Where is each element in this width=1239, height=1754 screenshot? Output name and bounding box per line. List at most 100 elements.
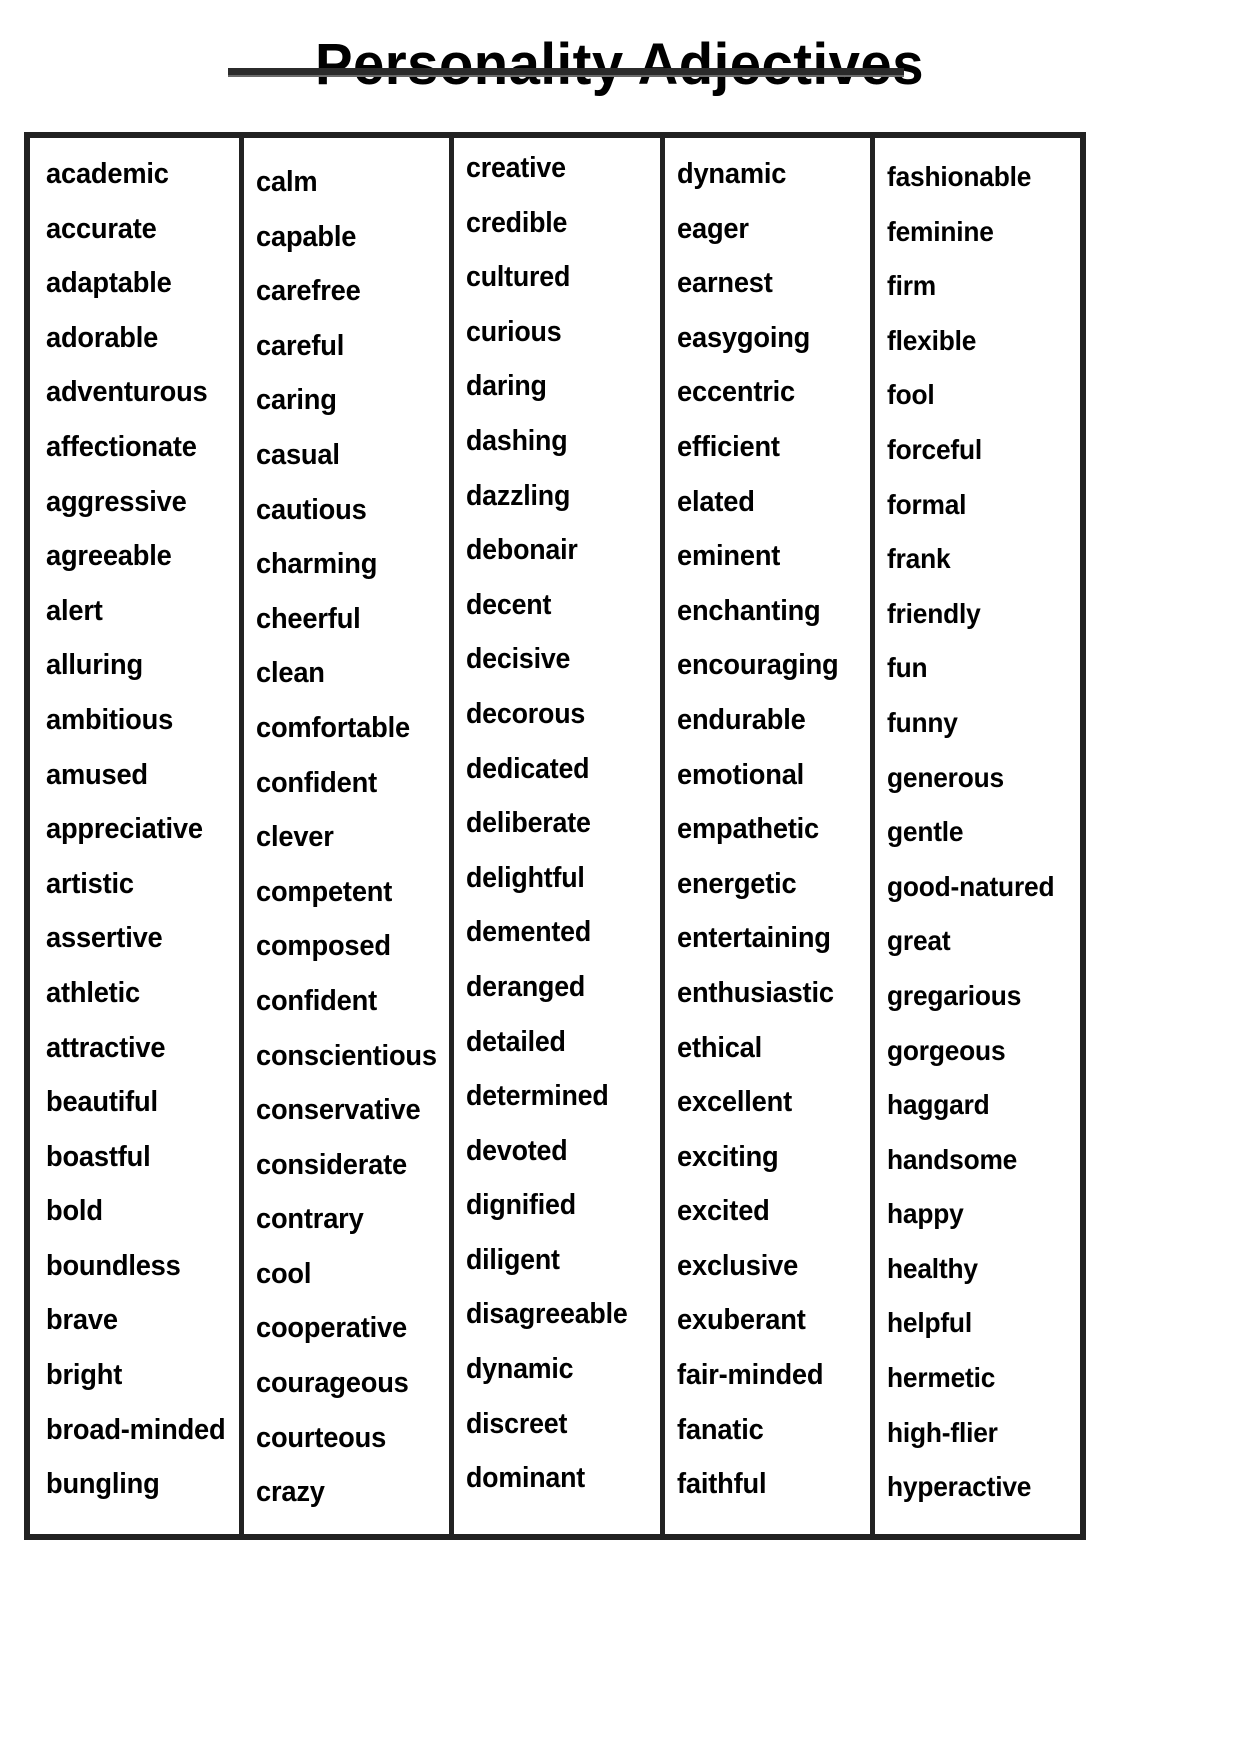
list-item: determined [466, 1080, 609, 1113]
list-item: beautiful [46, 1086, 158, 1119]
list-item: bungling [46, 1468, 160, 1501]
list-item: endurable [676, 703, 806, 736]
list-item: fair-minded [676, 1359, 824, 1392]
list-item: boastful [46, 1140, 151, 1173]
title-underline-rule [228, 68, 904, 75]
list-item: careful [256, 329, 345, 362]
list-item: athletic [46, 976, 140, 1009]
list-item: fool [886, 379, 935, 411]
list-item: enchanting [676, 594, 821, 627]
list-item: adorable [46, 321, 159, 354]
list-item: dedicated [466, 752, 590, 785]
table-column-3: creative credible cultured curious darin… [454, 138, 665, 1534]
page-title: Personality Adjectives [315, 32, 924, 97]
list-item: dazzling [466, 479, 571, 512]
list-item: adaptable [46, 267, 172, 300]
list-item: hermetic [886, 1362, 996, 1394]
list-item: elated [676, 485, 755, 518]
table-column-5: fashionable feminine firm flexible fool … [875, 138, 1080, 1534]
list-item: cool [256, 1257, 312, 1290]
list-item: exclusive [676, 1249, 798, 1282]
list-item: haggard [886, 1089, 990, 1121]
table-column-1: academic accurate adaptable adorable adv… [30, 138, 245, 1534]
list-item: aggressive [46, 485, 187, 518]
list-item: encouraging [676, 649, 839, 682]
list-item: earnest [676, 267, 773, 300]
list-item: considerate [256, 1148, 408, 1181]
list-item: appreciative [46, 813, 203, 846]
word-list-3: creative credible cultured curious darin… [466, 141, 659, 1506]
worksheet-page: Personality Adjectives academic accurate… [0, 0, 1239, 1754]
list-item: attractive [46, 1031, 166, 1064]
list-item: exciting [676, 1140, 779, 1173]
word-list-2: calm capable carefree careful caring cas… [256, 155, 449, 1520]
list-item: clever [256, 821, 334, 854]
list-item: great [886, 925, 951, 957]
list-item: hyperactive [886, 1471, 1032, 1503]
list-item: academic [46, 158, 169, 190]
list-item: entertaining [676, 922, 831, 955]
list-item: crazy [256, 1476, 325, 1509]
list-item: decisive [466, 643, 571, 676]
list-item: conservative [256, 1094, 421, 1127]
word-list-5: fashionable feminine firm flexible fool … [887, 150, 1080, 1515]
list-item: disagreeable [466, 1298, 628, 1331]
list-item: alert [46, 594, 103, 627]
list-item: fun [886, 652, 928, 684]
list-item: happy [886, 1198, 964, 1230]
list-item: caring [256, 384, 337, 417]
list-item: courageous [256, 1367, 409, 1400]
list-item: ambitious [46, 703, 174, 736]
list-item: assertive [46, 922, 163, 955]
list-item: dominant [466, 1462, 586, 1495]
list-item: delightful [466, 861, 586, 894]
list-item: brave [46, 1304, 118, 1337]
list-item: healthy [886, 1252, 978, 1284]
list-item: charming [256, 548, 378, 581]
list-item: clean [256, 657, 325, 690]
list-item: exuberant [676, 1304, 806, 1337]
list-item: capable [256, 220, 357, 253]
list-item: boundless [46, 1249, 181, 1282]
list-item: competent [256, 875, 393, 908]
list-item: adventurous [46, 376, 208, 409]
list-item: enthusiastic [676, 976, 834, 1009]
list-item: high-flier [886, 1416, 998, 1448]
list-item: fanatic [676, 1413, 764, 1446]
list-item: energetic [676, 867, 797, 900]
list-item: cooperative [256, 1312, 408, 1345]
list-item: funny [886, 706, 958, 738]
list-item: diligent [466, 1243, 561, 1276]
list-item: curious [466, 315, 562, 348]
list-item: dashing [466, 424, 568, 457]
list-item: casual [256, 438, 340, 471]
word-list-1: academic accurate adaptable adorable adv… [46, 147, 239, 1512]
list-item: detailed [466, 1025, 567, 1058]
list-item: carefree [256, 275, 361, 308]
list-item: daring [466, 370, 548, 403]
list-item: conscientious [256, 1039, 438, 1072]
list-item: eccentric [676, 376, 795, 409]
list-item: eager [676, 212, 749, 245]
list-item: contrary [256, 1203, 364, 1236]
list-item: discreet [466, 1407, 568, 1440]
list-item: deliberate [466, 807, 592, 840]
list-item: affectionate [46, 430, 197, 463]
list-item: dynamic [466, 1353, 574, 1386]
list-item: credible [466, 206, 568, 239]
list-item: creative [466, 152, 567, 184]
list-item: excited [676, 1195, 770, 1228]
list-item: forceful [886, 433, 982, 465]
list-item: friendly [886, 597, 981, 629]
list-item: amused [46, 758, 148, 791]
list-item: agreeable [46, 540, 172, 573]
list-item: feminine [886, 215, 994, 247]
list-item: artistic [46, 867, 134, 900]
list-item: confident [256, 766, 378, 799]
list-item: cheerful [256, 602, 361, 635]
list-item: frank [886, 543, 951, 575]
list-item: debonair [466, 534, 579, 567]
table-column-2: calm capable carefree careful caring cas… [244, 138, 455, 1534]
list-item: handsome [886, 1143, 1017, 1175]
list-item: gentle [886, 816, 964, 848]
